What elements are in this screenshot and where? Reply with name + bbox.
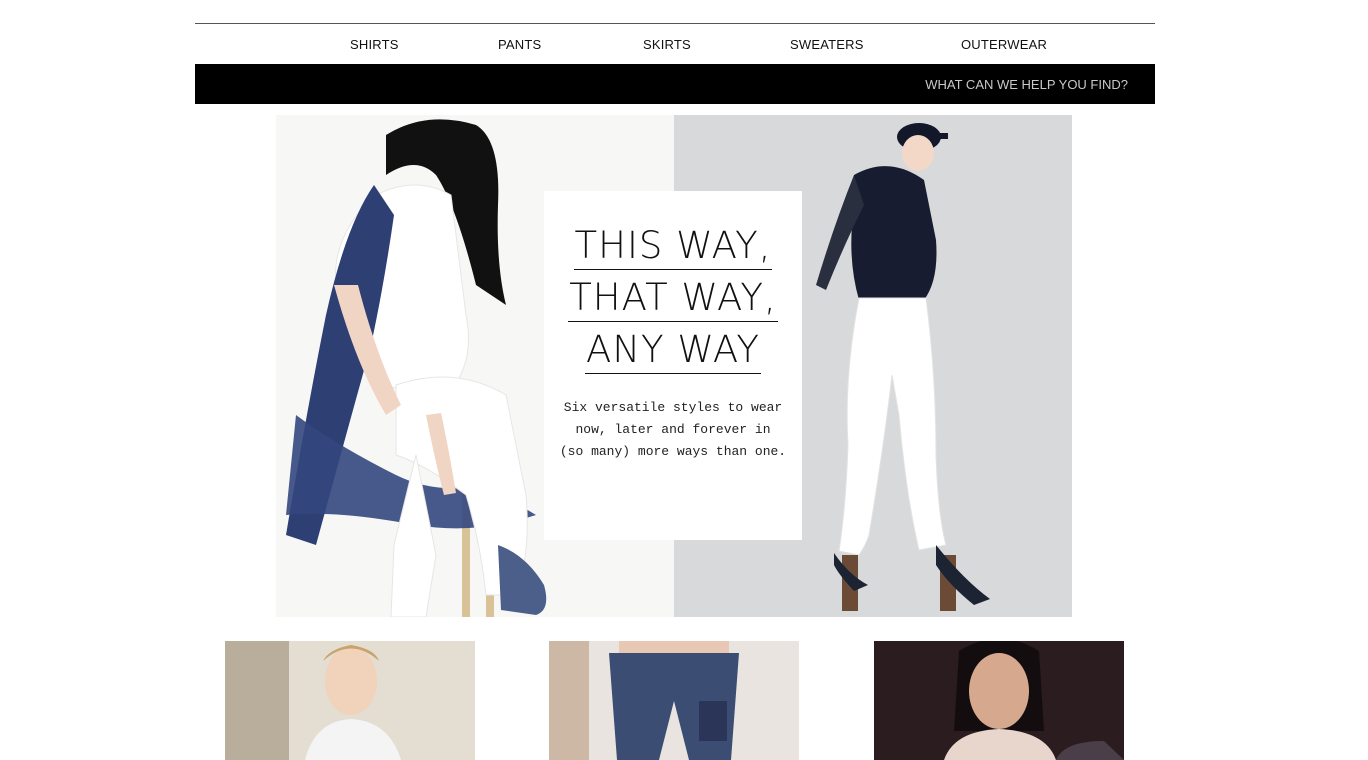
nav-item-shirts[interactable]: SHIRTS	[350, 37, 399, 52]
nav-item-sweaters[interactable]: SWEATERS	[790, 37, 864, 52]
promo-subtext: Six versatile styles to wear now, later …	[556, 397, 790, 463]
product-thumbnail-vest[interactable]	[874, 641, 1124, 760]
subtext-line-3: (so many) more ways than one.	[559, 444, 787, 459]
model-blouse-illustration	[225, 641, 475, 760]
model-vest-illustration	[944, 641, 1124, 760]
subtext-line-2: now, later and forever in	[575, 422, 771, 437]
product-thumbnail-jeans[interactable]	[549, 641, 799, 760]
product-thumbnail-blouse[interactable]	[225, 641, 475, 760]
headline-line-3: ANY WAY	[585, 327, 761, 374]
category-nav: SHIRTS PANTS SKIRTS SWEATERS OUTERWEAR	[195, 24, 1155, 64]
promo-card: THIS WAY, THAT WAY, ANY WAY Six versatil…	[544, 191, 802, 540]
nav-item-pants[interactable]: PANTS	[498, 37, 541, 52]
headline-line-2: THAT WAY,	[568, 275, 778, 322]
promo-headline: THIS WAY, THAT WAY, ANY WAY	[544, 223, 802, 379]
search-bar	[195, 64, 1155, 104]
nav-item-skirts[interactable]: SKIRTS	[643, 37, 691, 52]
model-jeans-illustration	[549, 641, 739, 760]
subtext-line-1: Six versatile styles to wear	[563, 400, 783, 415]
nav-item-outerwear[interactable]: OUTERWEAR	[961, 37, 1047, 52]
headline-line-1: THIS WAY,	[573, 223, 773, 270]
search-input[interactable]	[735, 64, 1155, 104]
hero-banner[interactable]: THIS WAY, THAT WAY, ANY WAY Six versatil…	[276, 115, 1072, 617]
